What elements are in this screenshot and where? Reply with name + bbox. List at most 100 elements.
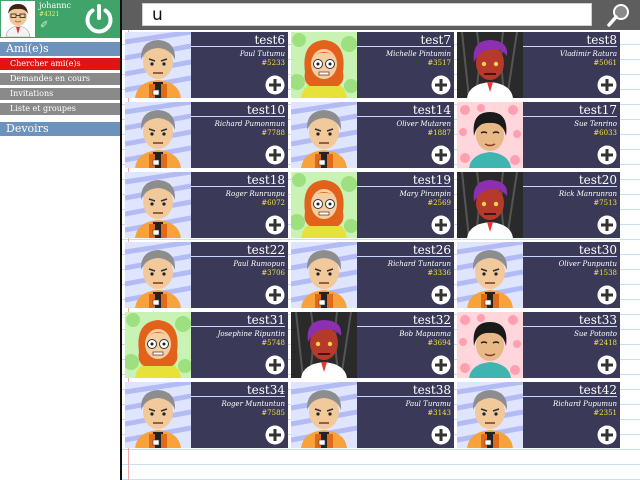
- friend-id: #3336: [427, 269, 451, 277]
- add-friend-plus-icon[interactable]: [431, 355, 451, 375]
- friend-avatar[interactable]: [125, 102, 191, 168]
- friend-avatar[interactable]: [125, 32, 191, 98]
- add-friend-plus-icon[interactable]: [597, 285, 617, 305]
- friend-result-card[interactable]: test8 Vladimir Ratura #5061: [457, 32, 620, 98]
- power-icon[interactable]: [82, 2, 116, 36]
- friend-result-card[interactable]: test14 Oliver Mutaren #1887: [291, 102, 454, 168]
- friend-id: #6072: [261, 199, 285, 207]
- friend-avatar[interactable]: [457, 312, 523, 378]
- friend-result-card[interactable]: test6 Paul Tutumu #5233: [125, 32, 288, 98]
- sidebar-item-invitations[interactable]: Invitations: [0, 88, 120, 100]
- add-friend-plus-icon[interactable]: [597, 145, 617, 165]
- friend-avatar[interactable]: [457, 172, 523, 238]
- friend-result-card[interactable]: test38 Paul Turamu #3143: [291, 382, 454, 448]
- add-friend-plus-icon[interactable]: [265, 215, 285, 235]
- add-friend-plus-icon[interactable]: [597, 425, 617, 445]
- sidebar-item-pending-requests[interactable]: Demandes en cours: [0, 73, 120, 85]
- friend-result-card[interactable]: test33 Sue Potonto #2418: [457, 312, 620, 378]
- card-divider: [523, 46, 617, 47]
- friend-id: #5748: [261, 339, 285, 347]
- add-friend-plus-icon[interactable]: [265, 355, 285, 375]
- friend-username: test6: [254, 33, 285, 47]
- add-friend-plus-icon[interactable]: [431, 285, 451, 305]
- add-friend-plus-icon[interactable]: [431, 425, 451, 445]
- friend-avatar[interactable]: [291, 382, 357, 448]
- friend-result-card[interactable]: test34 Roger Muntuntun #7585: [125, 382, 288, 448]
- friend-username: test18: [246, 173, 285, 187]
- friend-full-name: Paul Tutumu: [239, 50, 285, 58]
- add-friend-plus-icon[interactable]: [265, 425, 285, 445]
- friend-avatar[interactable]: [291, 312, 357, 378]
- friend-result-card[interactable]: test26 Richard Tuntarun #3336: [291, 242, 454, 308]
- friend-result-card[interactable]: test30 Oliver Punpuntu #1538: [457, 242, 620, 308]
- friend-full-name: Richard Tuntarun: [387, 260, 451, 268]
- friend-result-card[interactable]: test31 Josephine Ripuntin #5748: [125, 312, 288, 378]
- add-friend-plus-icon[interactable]: [431, 215, 451, 235]
- friend-avatar[interactable]: [125, 382, 191, 448]
- friend-avatar[interactable]: [125, 312, 191, 378]
- add-friend-plus-icon[interactable]: [265, 75, 285, 95]
- card-divider: [523, 396, 617, 397]
- friend-result-card[interactable]: test42 Richard Pupumun #2351: [457, 382, 620, 448]
- friend-result-card[interactable]: test18 Roger Runrunpu #6072: [125, 172, 288, 238]
- sidebar: johannc #4321 ✐ Ami(e)s Chercher ami(e)s…: [0, 0, 120, 480]
- add-friend-plus-icon[interactable]: [597, 75, 617, 95]
- search-input[interactable]: [143, 4, 591, 25]
- friend-result-card[interactable]: test32 Bob Mapunma #3694: [291, 312, 454, 378]
- friend-result-card[interactable]: test17 Sue Tenrino #6033: [457, 102, 620, 168]
- friend-avatar[interactable]: [457, 32, 523, 98]
- add-friend-plus-icon[interactable]: [265, 285, 285, 305]
- friend-result-card[interactable]: test10 Richard Pumonmun #7788: [125, 102, 288, 168]
- friend-full-name: Mary Pirunpin: [399, 190, 451, 198]
- pencil-icon[interactable]: ✐: [40, 20, 48, 31]
- friend-avatar[interactable]: [125, 242, 191, 308]
- magnifier-icon[interactable]: [606, 2, 632, 28]
- friend-full-name: Michelle Pintumin: [386, 50, 451, 58]
- friend-username: test17: [578, 103, 617, 117]
- profile-panel: johannc #4321 ✐: [0, 0, 120, 38]
- friend-username: test7: [420, 33, 451, 47]
- friend-avatar[interactable]: [291, 172, 357, 238]
- card-divider: [357, 186, 451, 187]
- friend-avatar[interactable]: [457, 242, 523, 308]
- friend-avatar[interactable]: [125, 172, 191, 238]
- profile-username: johannc: [39, 1, 72, 10]
- friend-full-name: Rick Manrunran: [558, 190, 617, 198]
- friend-avatar[interactable]: [291, 32, 357, 98]
- add-friend-plus-icon[interactable]: [597, 215, 617, 235]
- friend-result-card[interactable]: test20 Rick Manrunran #7513: [457, 172, 620, 238]
- section-friends[interactable]: Ami(e)s: [0, 42, 120, 56]
- card-divider: [357, 326, 451, 327]
- add-friend-plus-icon[interactable]: [265, 145, 285, 165]
- friend-username: test31: [246, 313, 285, 327]
- friend-result-card[interactable]: test19 Mary Pirunpin #2569: [291, 172, 454, 238]
- friend-avatar[interactable]: [291, 102, 357, 168]
- friend-username: test14: [412, 103, 451, 117]
- friend-avatar[interactable]: [457, 382, 523, 448]
- friend-username: test33: [578, 313, 617, 327]
- user-avatar[interactable]: [1, 1, 35, 37]
- friend-full-name: Bob Mapunma: [399, 330, 451, 338]
- section-homework[interactable]: Devoirs: [0, 122, 120, 136]
- add-friend-plus-icon[interactable]: [431, 75, 451, 95]
- add-friend-plus-icon[interactable]: [597, 355, 617, 375]
- add-friend-plus-icon[interactable]: [431, 145, 451, 165]
- friend-avatar[interactable]: [291, 242, 357, 308]
- friend-full-name: Richard Pupumun: [552, 400, 617, 408]
- sidebar-item-lists-groups[interactable]: Liste et groupes: [0, 103, 120, 115]
- friend-full-name: Richard Pumonmun: [214, 120, 285, 128]
- search-bar: [122, 0, 640, 30]
- friend-username: test30: [578, 243, 617, 257]
- results-area: test6 Paul Tutumu #5233 test7 Michelle Pintu…: [122, 30, 640, 480]
- friend-result-card[interactable]: test7 Michelle Pintumin #3517: [291, 32, 454, 98]
- friend-result-card[interactable]: test22 Paul Rumopun #3706: [125, 242, 288, 308]
- friend-id: #3706: [261, 269, 285, 277]
- results-grid: test6 Paul Tutumu #5233 test7 Michelle Pintu…: [125, 32, 623, 452]
- card-divider: [523, 116, 617, 117]
- card-divider: [191, 46, 285, 47]
- sidebar-item-search-friends[interactable]: Chercher ami(e)s: [0, 58, 120, 70]
- friend-avatar[interactable]: [457, 102, 523, 168]
- friend-id: #3694: [427, 339, 451, 347]
- friend-id: #1538: [593, 269, 617, 277]
- friend-username: test8: [586, 33, 617, 47]
